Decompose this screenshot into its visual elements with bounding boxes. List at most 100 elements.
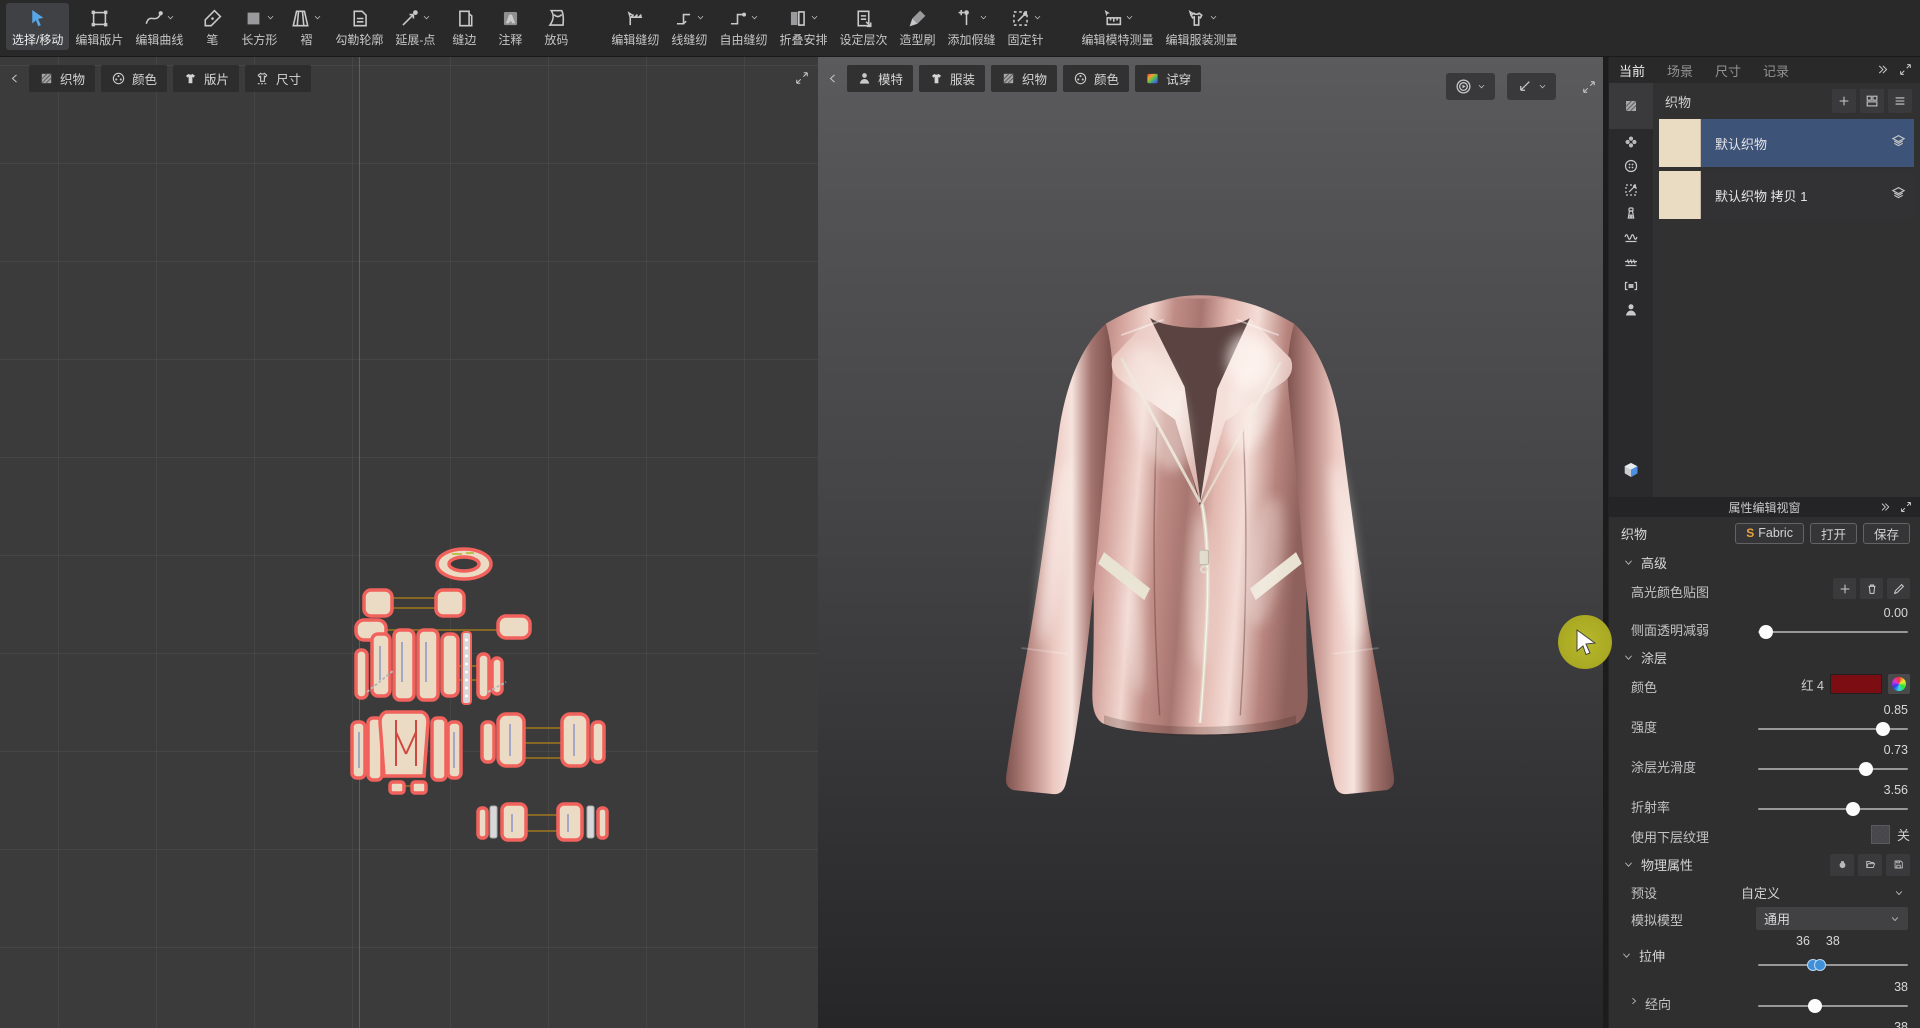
tool-dropdown-caret[interactable] bbox=[166, 9, 175, 27]
slider-handle[interactable] bbox=[1859, 762, 1873, 776]
tool-pleat[interactable]: 褶 bbox=[283, 3, 329, 50]
delete-button[interactable] bbox=[1860, 578, 1883, 599]
layers-icon[interactable] bbox=[1891, 185, 1906, 205]
strip-pin-icon[interactable] bbox=[1609, 179, 1653, 201]
tool-dropdown-caret[interactable] bbox=[1033, 9, 1042, 27]
slider-handle[interactable] bbox=[1808, 999, 1822, 1013]
fabric-item[interactable]: 默认织物 bbox=[1659, 119, 1914, 167]
strip-cube-3d-icon[interactable] bbox=[1609, 459, 1653, 481]
select-dropdown[interactable]: 通用 bbox=[1756, 907, 1908, 930]
pattern-tab-fabric[interactable]: 织物 bbox=[29, 65, 95, 92]
strip-zipper-icon[interactable] bbox=[1609, 203, 1653, 225]
tool-add-basting[interactable]: 添加假缝 bbox=[942, 3, 1002, 50]
garment-3d-viewport[interactable]: 模特服装织物颜色试穿 bbox=[818, 57, 1603, 1028]
slider-handle[interactable] bbox=[1759, 625, 1773, 639]
pattern-tab-size[interactable]: 尺寸 bbox=[245, 65, 311, 92]
tool-styling-brush[interactable]: 造型刷 bbox=[893, 3, 941, 50]
tool-dropdown-caret[interactable] bbox=[266, 9, 275, 27]
slider-track[interactable] bbox=[1758, 728, 1908, 730]
pattern-tab-color[interactable]: 颜色 bbox=[101, 65, 167, 92]
tool-set-layer[interactable]: 设定层次 bbox=[833, 3, 893, 50]
strip-topstitch-icon[interactable] bbox=[1609, 227, 1653, 249]
tool-dropdown-caret[interactable] bbox=[1209, 9, 1218, 27]
garment-render[interactable] bbox=[960, 262, 1440, 823]
texture-checkbox[interactable] bbox=[1871, 825, 1890, 844]
save-button[interactable]: 保存 bbox=[1863, 523, 1910, 544]
preset-button[interactable] bbox=[1830, 854, 1854, 876]
tool-dropdown-caret[interactable] bbox=[1125, 9, 1134, 27]
strip-button-icon[interactable] bbox=[1609, 155, 1653, 177]
folder-open-button[interactable] bbox=[1858, 854, 1882, 876]
sub-expand-icon[interactable] bbox=[1629, 993, 1639, 1011]
tool-edit-sewing[interactable]: 编辑缝纫 bbox=[605, 3, 665, 50]
tool-dropdown-caret[interactable] bbox=[696, 9, 705, 27]
save-disk-button[interactable] bbox=[1886, 854, 1910, 876]
add-button[interactable] bbox=[1832, 89, 1856, 113]
list-view-button[interactable] bbox=[1888, 89, 1912, 113]
section-header-涂层[interactable]: 涂层 bbox=[1621, 644, 1910, 671]
simulate-dropdown-caret[interactable] bbox=[1477, 78, 1486, 96]
fabric-item[interactable]: 默认织物 拷贝 1 bbox=[1659, 171, 1914, 219]
garment-tab-color[interactable]: 颜色 bbox=[1063, 65, 1129, 92]
tool-edit-pattern[interactable]: 编辑版片 bbox=[69, 3, 129, 50]
garment-collapse-icon[interactable] bbox=[826, 72, 839, 85]
pattern-pieces[interactable] bbox=[340, 542, 620, 862]
tool-dropdown-caret[interactable] bbox=[313, 9, 322, 27]
browser-tab-当前[interactable]: 当前 bbox=[1619, 61, 1645, 80]
prop-collapse-icon[interactable] bbox=[1879, 501, 1891, 513]
tool-model-measure[interactable]: 编辑模特测量 bbox=[1076, 3, 1160, 50]
strip-trim-icon[interactable] bbox=[1609, 131, 1653, 153]
slider-track[interactable] bbox=[1758, 808, 1908, 810]
strip-avatar-icon[interactable] bbox=[1609, 299, 1653, 321]
add-button[interactable] bbox=[1833, 578, 1856, 599]
tool-trace-outline[interactable]: 勾勒轮廓 bbox=[329, 3, 389, 50]
slider-handle[interactable] bbox=[1846, 802, 1860, 816]
tool-extend-point[interactable]: 延展-点 bbox=[389, 3, 441, 50]
garment-tab-garment[interactable]: 服装 bbox=[919, 65, 985, 92]
tool-dropdown-caret[interactable] bbox=[750, 9, 759, 27]
pattern-expand-icon[interactable] bbox=[795, 71, 809, 85]
slider-handle[interactable] bbox=[1876, 722, 1890, 736]
garment-tab-fabric[interactable]: 织物 bbox=[991, 65, 1057, 92]
color-picker-button[interactable] bbox=[1888, 674, 1910, 694]
browser-tab-记录[interactable]: 记录 bbox=[1763, 61, 1789, 80]
select-mode-dropdown-caret[interactable] bbox=[1538, 78, 1547, 96]
tool-pin[interactable]: 固定针 bbox=[1002, 3, 1050, 50]
layers-icon[interactable] bbox=[1891, 133, 1906, 153]
browser-tab-场景[interactable]: 场景 bbox=[1667, 61, 1693, 80]
tool-annotation[interactable]: A注释 bbox=[487, 3, 533, 50]
collapse-panel-icon[interactable] bbox=[1876, 63, 1889, 76]
strip-binding-icon[interactable] bbox=[1609, 275, 1653, 297]
garment-tab-fit[interactable]: 试穿 bbox=[1135, 65, 1201, 92]
tool-grading[interactable]: 放码 bbox=[533, 3, 579, 50]
tool-free-sewing[interactable]: 自由缝纫 bbox=[713, 3, 773, 50]
section-header-拉伸[interactable]: 拉伸 bbox=[1621, 946, 1665, 965]
tool-pen[interactable]: 笔 bbox=[189, 3, 235, 50]
prop-expand-icon[interactable] bbox=[1900, 501, 1912, 513]
select-mode-button[interactable] bbox=[1507, 73, 1556, 100]
viewport-expand-icon[interactable] bbox=[1582, 80, 1596, 94]
edit-button[interactable] bbox=[1887, 578, 1910, 599]
section-header-物理属性[interactable]: 物理属性 bbox=[1621, 851, 1910, 878]
pattern-2d-viewport[interactable]: 织物颜色版片尺寸 bbox=[0, 57, 818, 1028]
strip-stitch-icon[interactable] bbox=[1609, 251, 1653, 273]
select-dropdown-icon[interactable] bbox=[1894, 885, 1904, 903]
pattern-collapse-icon[interactable] bbox=[8, 72, 21, 85]
tool-edit-curve[interactable]: 编辑曲线 bbox=[129, 3, 189, 50]
range-slider-track[interactable] bbox=[1758, 964, 1908, 966]
tool-line-sewing[interactable]: 线缝纫 bbox=[665, 3, 713, 50]
tool-seam-allowance[interactable]: 缝边 bbox=[441, 3, 487, 50]
tool-dropdown-caret[interactable] bbox=[422, 9, 431, 27]
browser-tab-尺寸[interactable]: 尺寸 bbox=[1715, 61, 1741, 80]
color-swatch[interactable] bbox=[1830, 674, 1882, 694]
tool-rectangle[interactable]: 长方形 bbox=[235, 3, 283, 50]
thumbnail-view-button[interactable] bbox=[1860, 89, 1884, 113]
tool-fold-arrange[interactable]: 折叠安排 bbox=[773, 3, 833, 50]
slider-track[interactable] bbox=[1758, 1005, 1908, 1007]
expand-panel-icon[interactable] bbox=[1899, 63, 1912, 76]
fabric-library-button[interactable]: SFabric bbox=[1735, 523, 1804, 544]
simulate-button[interactable] bbox=[1446, 73, 1495, 100]
tool-dropdown-caret[interactable] bbox=[979, 9, 988, 27]
strip-tab-fabric[interactable] bbox=[1609, 83, 1653, 129]
pattern-tab-garment[interactable]: 版片 bbox=[173, 65, 239, 92]
